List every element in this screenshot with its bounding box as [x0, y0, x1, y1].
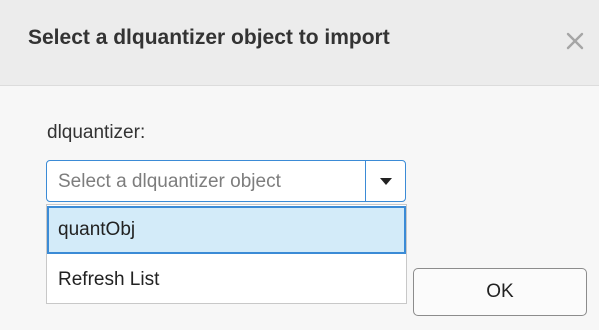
- dlquantizer-dropdown[interactable]: Select a dlquantizer object: [46, 160, 406, 202]
- dropdown-list: quantObj Refresh List: [46, 204, 407, 304]
- dropdown-item-label: quantObj: [58, 219, 136, 240]
- ok-button[interactable]: OK: [413, 268, 587, 316]
- chevron-down-icon: [380, 178, 392, 185]
- import-dialog: Select a dlquantizer object to import dl…: [0, 0, 599, 330]
- dropdown-item-quantobj[interactable]: quantObj: [47, 206, 406, 254]
- dropdown-item-label: Refresh List: [58, 269, 160, 290]
- dropdown-item-refresh-list[interactable]: Refresh List: [47, 256, 406, 304]
- dlquantizer-label: dlquantizer:: [47, 122, 146, 143]
- dialog-titlebar: Select a dlquantizer object to import: [0, 0, 599, 86]
- close-icon: [566, 32, 584, 50]
- dialog-title: Select a dlquantizer object to import: [28, 26, 390, 49]
- dropdown-placeholder: Select a dlquantizer object: [58, 171, 281, 192]
- ok-button-label: OK: [486, 281, 514, 302]
- dropdown-toggle-button[interactable]: [366, 161, 405, 201]
- close-button[interactable]: [562, 26, 588, 56]
